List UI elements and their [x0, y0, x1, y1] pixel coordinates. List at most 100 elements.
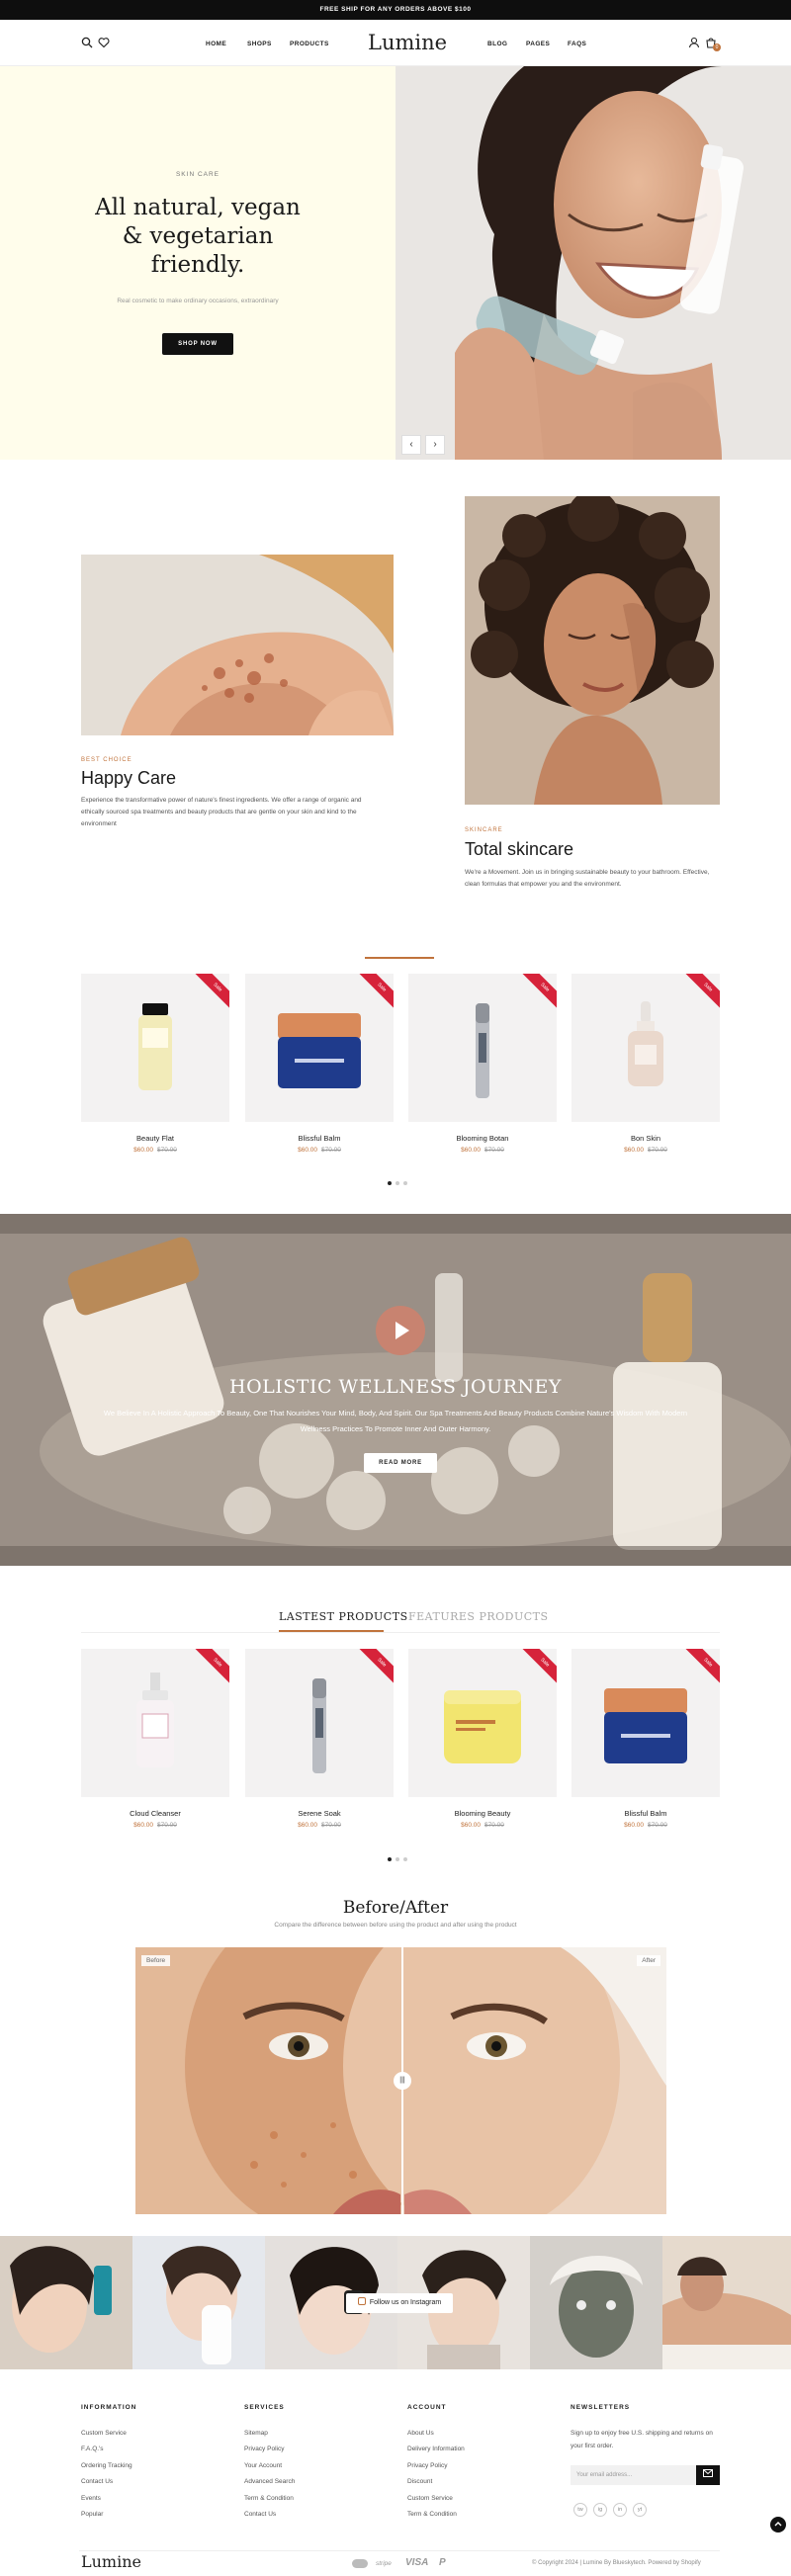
announcement-bar: FREE SHIP FOR ANY ORDERS ABOVE $100 [0, 0, 791, 20]
footer-link[interactable]: Advanced Search [244, 2478, 295, 2485]
before-after-title: Before/After [342, 1898, 449, 1918]
account-icon[interactable] [688, 37, 700, 48]
carousel-dots[interactable] [388, 1172, 411, 1185]
back-to-top-button[interactable] [770, 2517, 786, 2533]
product-name[interactable]: Cloud Cleanser [81, 1809, 229, 1818]
product-price: $60.00 $70.00 [298, 1147, 341, 1154]
product-name[interactable]: Bon Skin [571, 1134, 720, 1143]
nav-pages[interactable]: PAGES [526, 41, 550, 47]
product-image[interactable]: Sale [571, 974, 720, 1122]
nav-products[interactable]: PRODUCTS [290, 41, 329, 47]
wishlist-heart-icon[interactable] [98, 37, 110, 48]
footer-link[interactable]: Term & Condition [407, 2511, 457, 2518]
read-more-button[interactable]: READ MORE [364, 1453, 437, 1473]
before-after-slider[interactable]: ||| Before After [135, 1947, 666, 2214]
product-image[interactable]: Sale [81, 1649, 229, 1797]
paypal-payment-icon: P [439, 2557, 446, 2568]
hero-tag: SKIN CARE [175, 171, 220, 178]
instagram-photo[interactable] [530, 2236, 662, 2369]
product-name[interactable]: Blissful Balm [245, 1134, 394, 1143]
tab-features-products[interactable]: FEATURES PRODUCTS [408, 1610, 549, 1623]
happy-care-tag: BEST CHOICE [81, 757, 132, 763]
play-video-button[interactable] [376, 1306, 425, 1355]
product-image[interactable]: Sale [245, 974, 394, 1122]
total-skincare-image [465, 496, 720, 805]
tab-latest-products[interactable]: LASTEST PRODUCTS [279, 1610, 408, 1623]
hero-subtitle: Real cosmetic to make ordinary occasions… [117, 298, 279, 304]
hero-prev-button[interactable]: ‹ [401, 435, 421, 455]
happy-care-title: Happy Care [81, 768, 177, 788]
footer-link[interactable]: Ordering Tracking [81, 2462, 132, 2469]
product-price: $60.00 $70.00 [298, 1822, 341, 1829]
follow-instagram-button[interactable]: Follow us on Instagram [346, 2293, 453, 2313]
product-price: $60.00 $70.00 [133, 1822, 177, 1829]
stripe-payment-icon: stripe [376, 2560, 392, 2567]
wellness-banner: HOLISTIC WELLNESS JOURNEY We Believe In … [0, 1214, 791, 1566]
hero-next-button[interactable]: › [425, 435, 445, 455]
footer-divider [79, 2550, 720, 2551]
footer-link[interactable]: Discount [407, 2478, 432, 2485]
footer-link[interactable]: Custom Service [407, 2495, 453, 2502]
product-image[interactable]: Sale [81, 974, 229, 1122]
footer-link[interactable]: Term & Condition [244, 2495, 294, 2502]
footer-link[interactable]: Popular [81, 2511, 103, 2518]
total-skincare-text: We're a Movement. Join us in bringing su… [465, 869, 710, 888]
slider-handle[interactable]: ||| [394, 2072, 411, 2090]
banner-title: HOLISTIC WELLNESS JOURNEY [229, 1376, 562, 1398]
play-icon [396, 1322, 409, 1339]
footer-link[interactable]: Events [81, 2495, 101, 2502]
footer-information-heading: INFORMATION [81, 2404, 137, 2411]
instagram-photo[interactable] [662, 2236, 791, 2369]
after-label: After [637, 1955, 660, 1966]
product-name[interactable]: Serene Soak [245, 1809, 394, 1818]
product-name[interactable]: Blooming Botan [408, 1134, 557, 1143]
footer-link[interactable]: Custom Service [81, 2430, 127, 2437]
nav-blog[interactable]: BLOG [487, 41, 507, 47]
arrow-up-icon [774, 2522, 782, 2527]
nav-shops[interactable]: SHOPS [247, 41, 272, 47]
instagram-photo[interactable] [132, 2236, 265, 2369]
footer-logo[interactable]: Lumine [81, 2552, 141, 2571]
youtube-icon[interactable]: yt [633, 2503, 647, 2517]
banner-text: We Believe In A Holistic Approach To Bea… [103, 1409, 688, 1433]
hero-title: All natural, vegan & vegetarian friendly… [95, 195, 301, 278]
nav-home[interactable]: HOME [206, 41, 226, 47]
footer-account-heading: ACCOUNT [407, 2404, 447, 2411]
footer-link[interactable]: Privacy Policy [407, 2462, 447, 2469]
happy-care-text: Experience the transformative power of n… [81, 797, 362, 827]
linkedin-icon[interactable]: in [613, 2503, 627, 2517]
product-name[interactable]: Beauty Flat [81, 1134, 229, 1143]
product-image[interactable]: Sale [245, 1649, 394, 1797]
product-price: $60.00 $70.00 [624, 1822, 667, 1829]
copyright-text: © Copyright 2024 | Lumine By Blueskytech… [532, 2560, 701, 2566]
section-divider [365, 957, 434, 959]
instagram-photo[interactable] [0, 2236, 132, 2369]
footer-link[interactable]: Privacy Policy [244, 2446, 284, 2452]
product-name[interactable]: Blooming Beauty [408, 1809, 557, 1818]
newsletter-submit-button[interactable] [696, 2465, 720, 2485]
product-image[interactable]: Sale [408, 1649, 557, 1797]
footer-link[interactable]: Contact Us [244, 2511, 276, 2518]
nav-faqs[interactable]: FAQS [568, 41, 586, 47]
footer-link[interactable]: F.A.Q.'s [81, 2446, 104, 2452]
footer-link[interactable]: Your Account [244, 2462, 282, 2469]
before-after-subtitle: Compare the difference between before us… [274, 1922, 517, 1929]
hero-text-panel: SKIN CARE All natural, vegan & vegetaria… [0, 66, 396, 460]
carousel-dots[interactable] [388, 1848, 411, 1861]
product-price: $60.00 $70.00 [461, 1822, 504, 1829]
site-logo[interactable]: Lumine [368, 31, 447, 54]
product-name[interactable]: Blissful Balm [571, 1809, 720, 1818]
instagram-social-icon[interactable]: ig [593, 2503, 607, 2517]
product-image[interactable]: Sale [571, 1649, 720, 1797]
product-image[interactable]: Sale [408, 974, 557, 1122]
cart-count-badge: 0 [713, 43, 721, 51]
search-icon[interactable] [81, 37, 93, 48]
twitter-icon[interactable]: tw [573, 2503, 587, 2517]
footer-link[interactable]: Delivery Information [407, 2446, 465, 2452]
footer-newsletter-heading: NEWSLETTERS [571, 2404, 631, 2411]
shop-now-button[interactable]: SHOP NOW [162, 333, 233, 355]
footer-link[interactable]: About Us [407, 2430, 434, 2437]
footer-link[interactable]: Sitemap [244, 2430, 268, 2437]
mail-icon [703, 2469, 713, 2477]
footer-link[interactable]: Contact Us [81, 2478, 113, 2485]
